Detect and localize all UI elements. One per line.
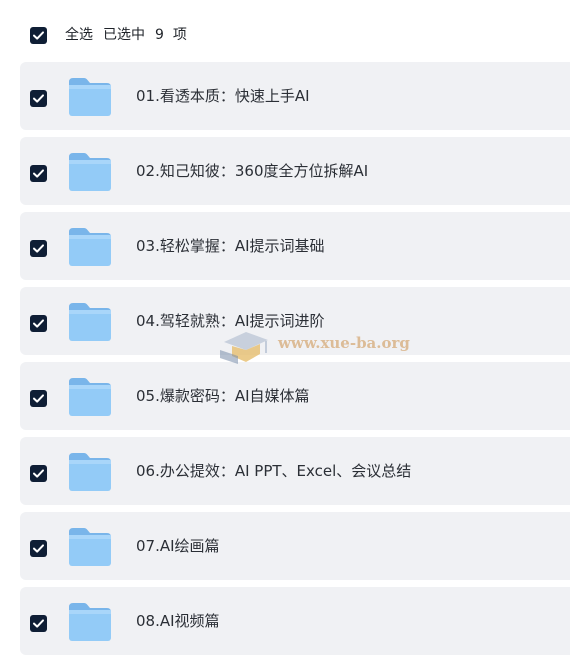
check-icon <box>33 169 44 178</box>
row-checkbox[interactable] <box>30 390 47 407</box>
row-checkbox[interactable] <box>30 465 47 482</box>
select-all-checkbox[interactable] <box>30 27 47 44</box>
folder-name[interactable]: 05.爆款密码：AI自媒体篇 <box>136 386 310 406</box>
check-icon <box>33 619 44 628</box>
folder-icon <box>69 228 111 266</box>
folder-name[interactable]: 01.看透本质：快速上手AI <box>136 86 310 106</box>
folder-name[interactable]: 02.知己知彼：360度全方位拆解AI <box>136 161 368 181</box>
folder-icon <box>69 78 111 116</box>
row-checkbox[interactable] <box>30 315 47 332</box>
row-checkbox[interactable] <box>30 540 47 557</box>
folder-icon <box>69 303 111 341</box>
folder-icon <box>69 378 111 416</box>
folder-row[interactable]: 07.AI绘画篇 <box>20 512 570 580</box>
selected-prefix: 已选中 <box>103 27 145 43</box>
folder-row[interactable]: 01.看透本质：快速上手AI <box>20 62 570 130</box>
check-icon <box>33 394 44 403</box>
folder-name[interactable]: 07.AI绘画篇 <box>136 536 220 556</box>
folder-row[interactable]: 03.轻松掌握：AI提示词基础 <box>20 212 570 280</box>
folder-name[interactable]: 03.轻松掌握：AI提示词基础 <box>136 236 325 256</box>
check-icon <box>33 244 44 253</box>
check-icon <box>33 94 44 103</box>
selection-summary: 全选 已选中 9 项 <box>65 26 197 45</box>
check-icon <box>33 469 44 478</box>
folder-name[interactable]: 06.办公提效：AI PPT、Excel、会议总结 <box>136 461 411 481</box>
folder-icon <box>69 153 111 191</box>
folder-row[interactable]: 05.爆款密码：AI自媒体篇 <box>20 362 570 430</box>
row-checkbox[interactable] <box>30 615 47 632</box>
selection-header: 全选 已选中 9 项 <box>0 0 570 70</box>
folder-name[interactable]: 04.驾轻就熟：AI提示词进阶 <box>136 311 325 331</box>
check-icon <box>33 319 44 328</box>
folder-row[interactable]: 04.驾轻就熟：AI提示词进阶 <box>20 287 570 355</box>
folder-row[interactable]: 08.AI视频篇 <box>20 587 570 655</box>
folder-icon <box>69 453 111 491</box>
folder-row[interactable]: 06.办公提效：AI PPT、Excel、会议总结 <box>20 437 570 505</box>
select-all-label[interactable]: 全选 <box>65 27 93 43</box>
folder-row[interactable]: 02.知己知彼：360度全方位拆解AI <box>20 137 570 205</box>
folder-icon <box>69 528 111 566</box>
check-icon <box>33 31 44 40</box>
folder-name[interactable]: 08.AI视频篇 <box>136 611 220 631</box>
selected-count: 9 <box>155 27 164 43</box>
folder-icon <box>69 603 111 641</box>
check-icon <box>33 544 44 553</box>
row-checkbox[interactable] <box>30 90 47 107</box>
row-checkbox[interactable] <box>30 165 47 182</box>
selected-suffix: 项 <box>172 27 187 43</box>
row-checkbox[interactable] <box>30 240 47 257</box>
